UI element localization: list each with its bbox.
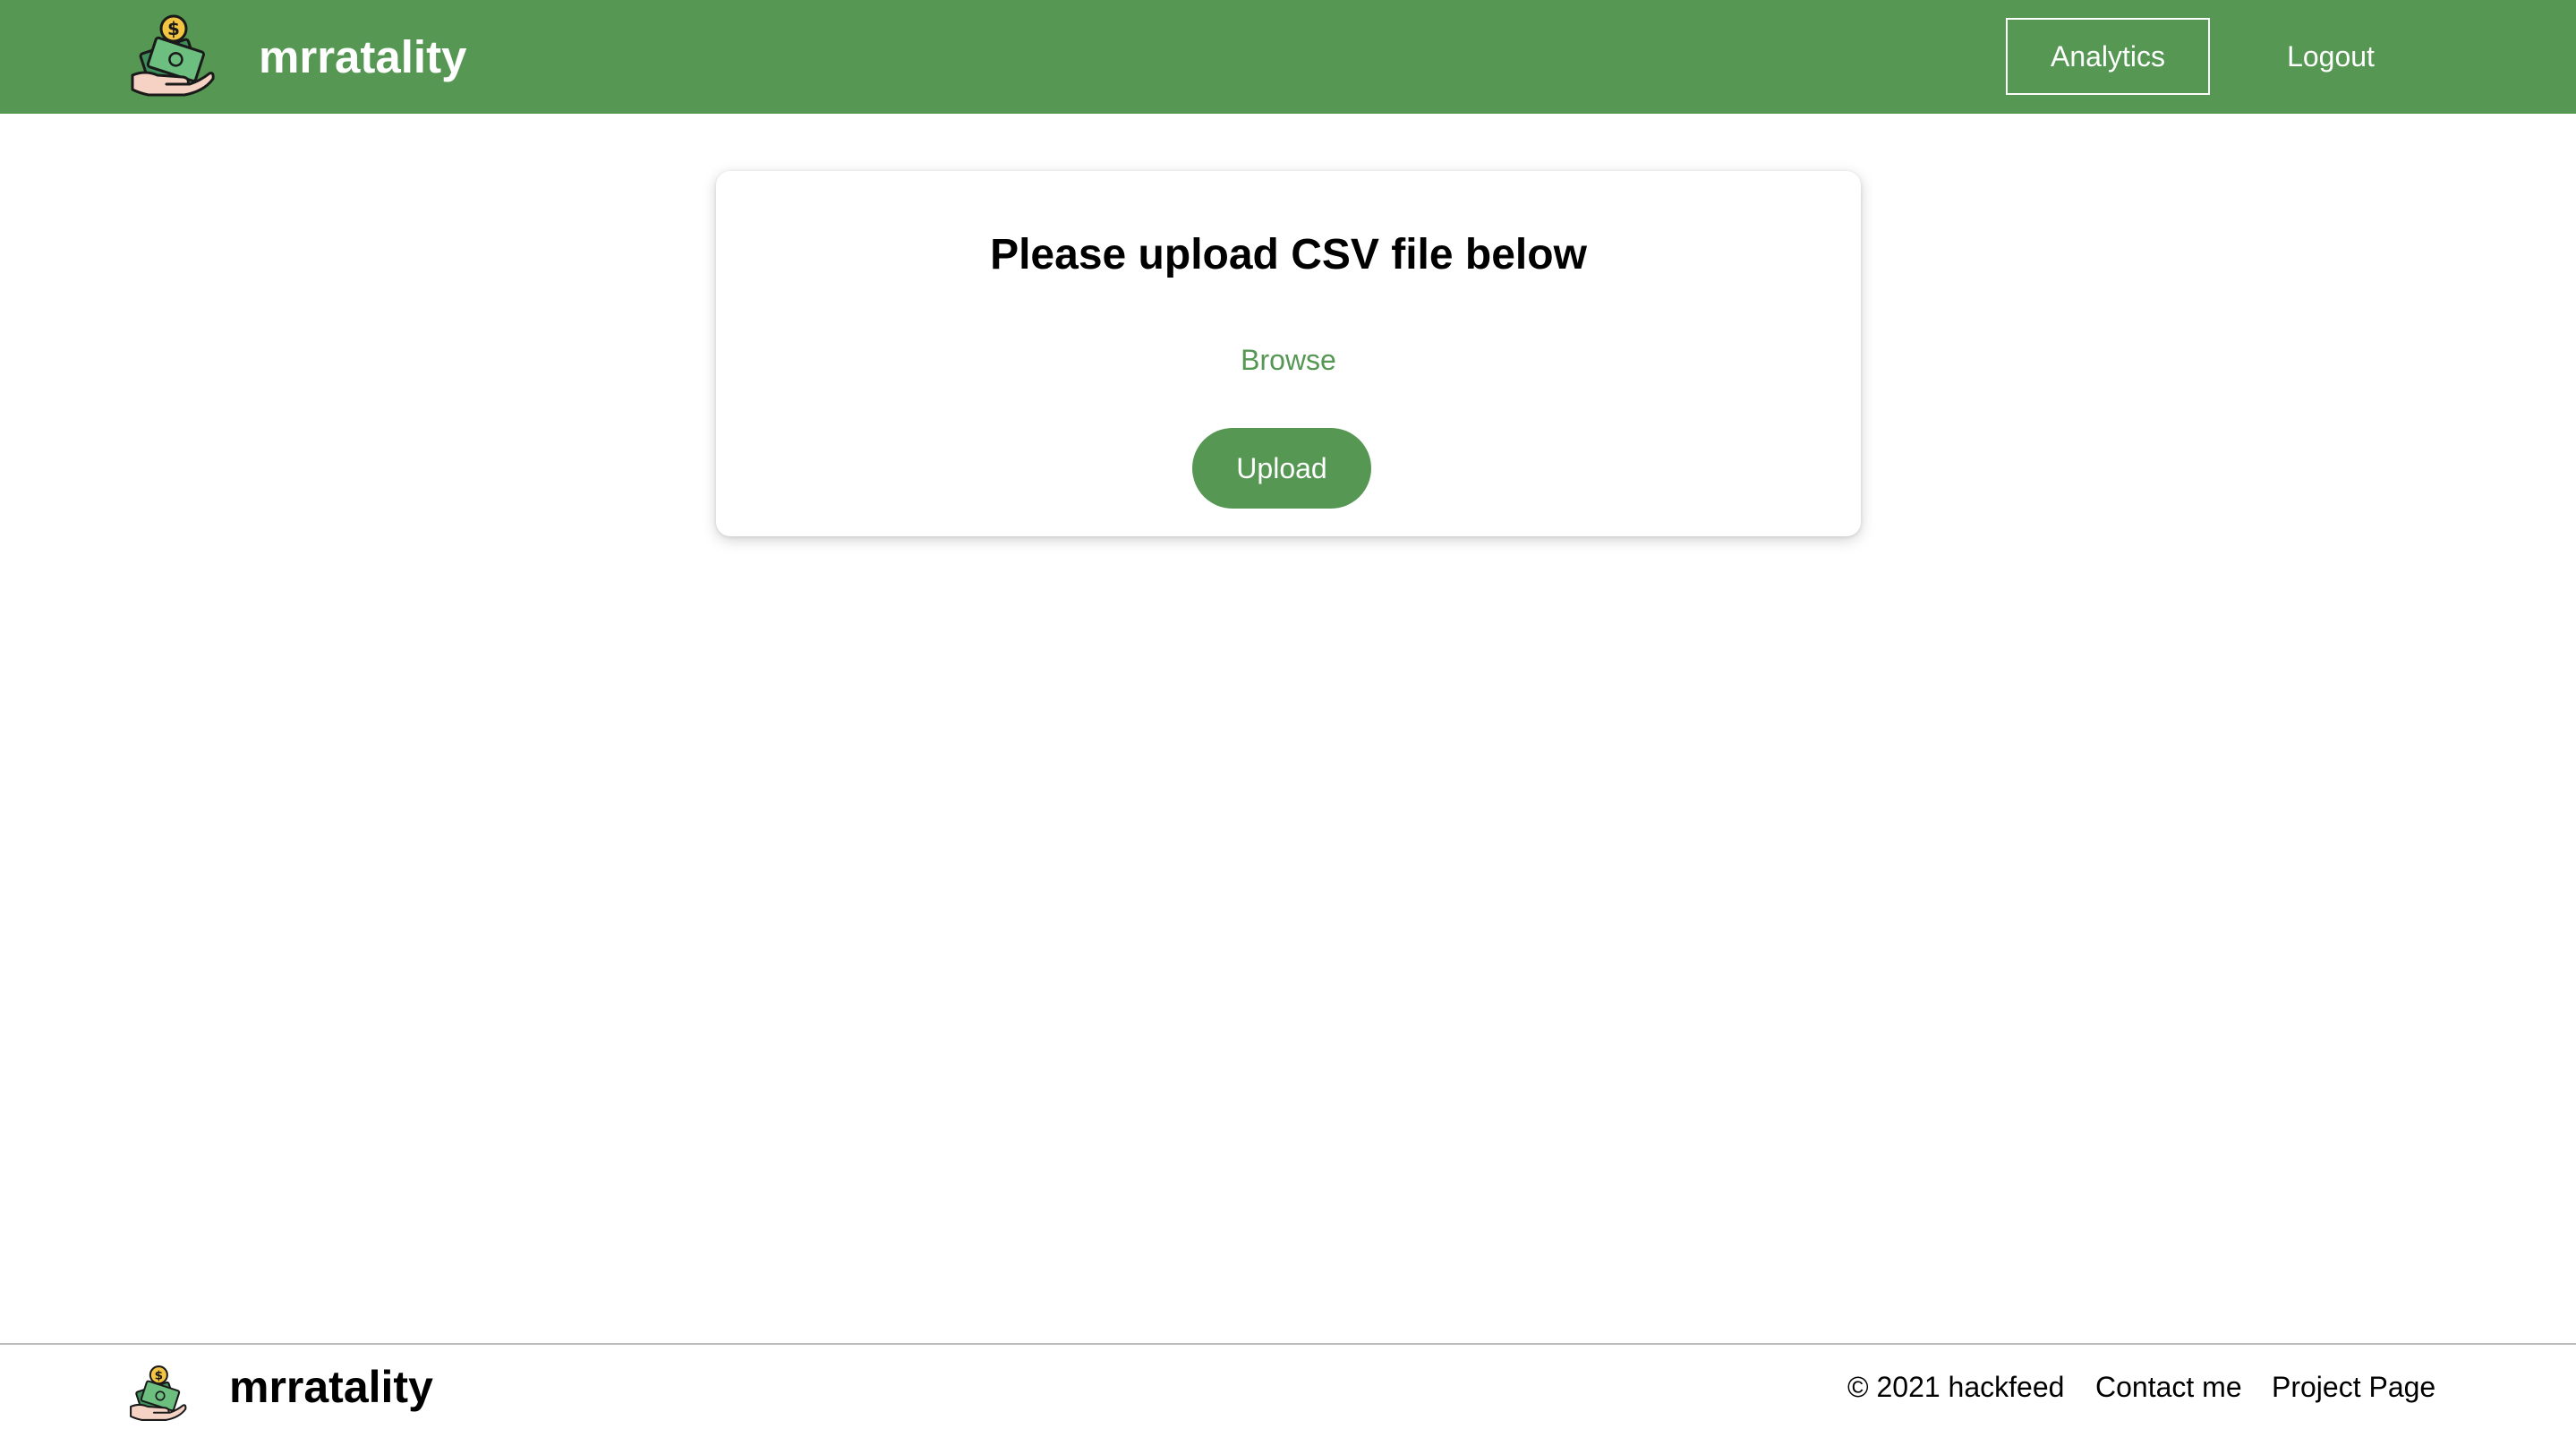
contact-me-link[interactable]: Contact me: [2095, 1345, 2242, 1429]
money-hand-icon: $: [130, 1365, 187, 1421]
upload-title: Please upload CSV file below: [990, 231, 1587, 278]
analytics-button[interactable]: Analytics: [2006, 18, 2210, 95]
upload-button[interactable]: Upload: [1192, 428, 1371, 509]
svg-text:$: $: [155, 1368, 163, 1382]
upload-card: Please upload CSV file below Browse Uplo…: [716, 171, 1861, 536]
browse-file-link[interactable]: Browse: [716, 344, 1861, 377]
brand-name[interactable]: mrratality: [259, 0, 466, 114]
footer-brand-name: mrratality: [229, 1362, 433, 1412]
logout-link[interactable]: Logout: [2256, 18, 2406, 95]
project-page-link[interactable]: Project Page: [2272, 1345, 2435, 1429]
footer: $ mrratality © 2021 hackfeed Contact me …: [0, 1343, 2576, 1429]
top-navbar: $ mrratality Analytics Logout: [0, 0, 2576, 114]
copyright-text: © 2021 hackfeed: [1847, 1371, 2065, 1403]
money-hand-icon[interactable]: $: [127, 11, 217, 100]
page: $ mrratality Analytics Logout Please upl…: [0, 0, 2576, 1429]
svg-text:$: $: [167, 18, 180, 39]
